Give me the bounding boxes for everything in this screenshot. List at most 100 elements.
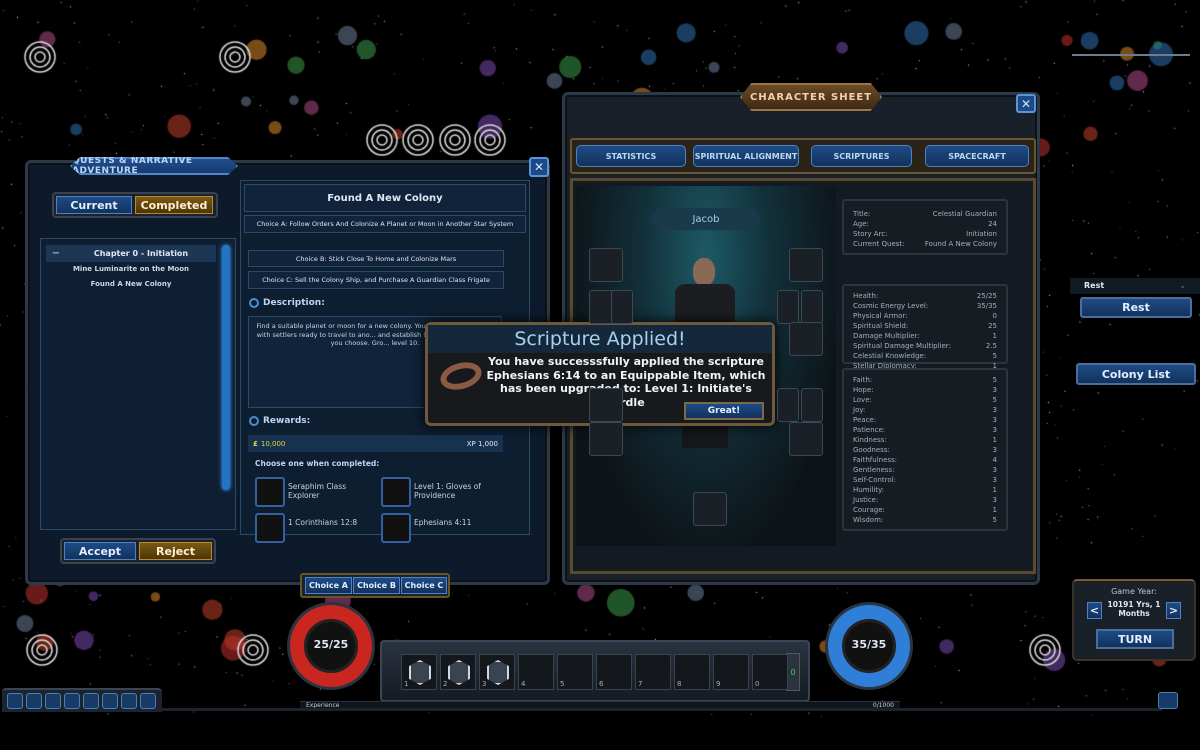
stat-value: 1 [992, 436, 997, 444]
stat-label: Health: [853, 292, 879, 300]
accept-button[interactable]: Accept [64, 542, 136, 560]
skills-icon[interactable] [45, 693, 61, 709]
great-button[interactable]: Great! [684, 402, 764, 420]
equipment-slot[interactable] [589, 388, 623, 422]
stat-label: Gentleness: [853, 466, 895, 474]
equipment-slot[interactable] [693, 492, 727, 526]
hotbar-slot[interactable]: 7 [635, 654, 671, 690]
choice-a-text[interactable]: Choice A: Follow Orders And Colonize A P… [244, 215, 526, 233]
equipment-slot[interactable] [789, 322, 823, 356]
ship-reward-icon[interactable] [255, 477, 285, 507]
hotbar-slot[interactable]: 8 [674, 654, 710, 690]
collapse-toggle[interactable]: − [46, 248, 66, 259]
equipment-slot[interactable] [801, 388, 823, 422]
stat-label: Current Quest: [853, 240, 905, 248]
monitor-icon[interactable] [1158, 692, 1178, 709]
equipment-slot[interactable] [789, 422, 823, 456]
inventory-icon[interactable] [26, 693, 42, 709]
stat-label: Patience: [853, 426, 886, 434]
hotbar-slot[interactable]: 3 [479, 654, 515, 690]
stat-row: Peace: 3 [853, 415, 997, 425]
reject-button[interactable]: Reject [139, 542, 212, 560]
character-stats-panel: Health: 25/25 Cosmic Energy Level: 35/35 Phy… [842, 284, 1008, 390]
character-info-panel: Title: Celestial Guardian Age: 24 Story Arc:… [842, 199, 1008, 255]
energy-value: 35/35 [851, 638, 887, 651]
hotbar-slot[interactable]: 6 [596, 654, 632, 690]
chat-icon[interactable] [140, 693, 156, 709]
chapter-label: Chapter 0 - Initiation [93, 249, 189, 258]
gold-icon: £ [253, 439, 258, 448]
equipment-slot[interactable] [777, 388, 799, 422]
rewards-bar: £ 10,000 XP 1,000 [248, 435, 503, 452]
turn-button[interactable]: TURN [1096, 629, 1174, 649]
tab-spiritual-alignment[interactable]: SPIRITUAL ALIGNMENT [693, 145, 799, 167]
choice-c-tab[interactable]: Choice C [401, 577, 447, 594]
ship-icon[interactable] [102, 693, 118, 709]
choice-b-text[interactable]: Choice B: Stick Close To Home and Coloni… [248, 250, 504, 267]
equipment-slot[interactable] [611, 290, 633, 324]
game-year-label: Game Year: [1111, 587, 1157, 596]
next-year-button[interactable]: > [1166, 602, 1181, 619]
scroll-reward-icon[interactable] [255, 513, 285, 543]
tab-statistics[interactable]: STATISTICS [576, 145, 686, 167]
choice-a-tab[interactable]: Choice A [305, 577, 352, 594]
colony-list-button[interactable]: Colony List [1076, 363, 1196, 385]
hotbar-slot[interactable]: 4 [518, 654, 554, 690]
equipment-slot[interactable] [801, 290, 823, 324]
quest-list-scrollbar[interactable] [222, 245, 230, 490]
prev-year-button[interactable]: < [1087, 602, 1102, 619]
stat-value: 5 [992, 396, 997, 404]
tab-current[interactable]: Current [56, 196, 132, 214]
stat-value: 1 [992, 332, 997, 340]
stat-label: Cosmic Energy Level: [853, 302, 929, 310]
hotbar-slot[interactable]: 2 [440, 654, 476, 690]
equipment-slot[interactable] [789, 248, 823, 282]
stat-row: Story Arc: Initiation [853, 229, 997, 239]
stat-value: 25/25 [976, 292, 997, 300]
equipment-slot[interactable] [589, 248, 623, 282]
quests-close-button[interactable]: ✕ [529, 157, 549, 177]
stat-label: Peace: [853, 416, 877, 424]
hotbar-slot[interactable]: 1 [401, 654, 437, 690]
hotbar-slot[interactable]: 0 [752, 654, 788, 690]
quest-title: Found A New Colony [244, 184, 526, 212]
stat-label: Celestial Knowledge: [853, 352, 927, 360]
hotbar-slot[interactable]: 5 [557, 654, 593, 690]
character-icon[interactable] [7, 693, 23, 709]
bottom-rail [162, 708, 1162, 711]
gloves-reward-icon[interactable] [381, 477, 411, 507]
stat-value: 3 [992, 466, 997, 474]
hotbar-slot[interactable]: 9 [713, 654, 749, 690]
hotbar-page[interactable]: 0 [786, 653, 800, 691]
choice-c-text[interactable]: Choice C: Sell the Colony Ship, and Purc… [248, 271, 504, 289]
slot-key: 3 [482, 680, 487, 688]
stat-value: Celestial Guardian [932, 210, 997, 218]
stat-value: 5 [992, 516, 997, 524]
popup-title: Scripture Applied! [428, 325, 772, 353]
equipment-slot[interactable] [589, 422, 623, 456]
equipment-slot[interactable] [777, 290, 799, 324]
scroll-reward-icon[interactable] [381, 513, 411, 543]
settings-icon[interactable] [121, 693, 137, 709]
choice-b-tab[interactable]: Choice B [353, 577, 400, 594]
chapter-row[interactable]: − Chapter 0 - Initiation [46, 245, 216, 262]
stat-label: Humility: [853, 486, 885, 494]
stat-row: Cosmic Energy Level: 35/35 [853, 301, 997, 311]
action-dropdown[interactable]: Rest ⌄ [1070, 278, 1200, 294]
slot-key: 2 [443, 680, 448, 688]
quest-item[interactable]: Found A New Colony [46, 280, 216, 288]
reward-item-label: Level 1: Gloves of Providence [414, 482, 481, 500]
character-close-button[interactable]: ✕ [1016, 94, 1036, 113]
tab-spacecraft[interactable]: SPACECRAFT [925, 145, 1029, 167]
tab-scriptures[interactable]: SCRIPTURES [811, 145, 912, 167]
game-year-panel: Game Year: < 10191 Yrs, 1 Months > TURN [1072, 579, 1196, 661]
rest-button[interactable]: Rest [1080, 297, 1192, 318]
quest-item[interactable]: Mine Luminarite on the Moon [46, 265, 216, 273]
map-icon[interactable] [83, 693, 99, 709]
journal-icon[interactable] [64, 693, 80, 709]
tab-completed[interactable]: Completed [135, 196, 213, 214]
slot-key: 4 [521, 680, 526, 688]
stat-value: 5 [992, 352, 997, 360]
xp-reward: XP 1,000 [466, 439, 498, 448]
slot-key: 0 [755, 680, 760, 688]
